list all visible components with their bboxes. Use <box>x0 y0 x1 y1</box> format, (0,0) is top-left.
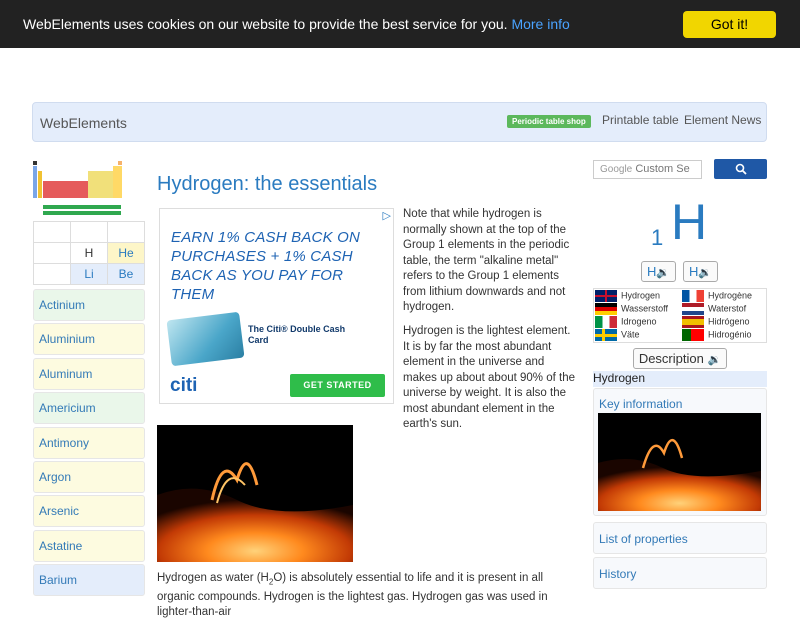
citi-logo-text: citi <box>170 375 198 396</box>
portugal-flag-icon <box>682 329 704 341</box>
lang-name: Hydrogen <box>621 290 661 301</box>
page-title: Hydrogen: the essentials <box>157 173 378 195</box>
translations-box: Hydrogen Hydrogène Wasserstoff Waterstof… <box>593 288 767 343</box>
periodic-table-icon <box>33 161 122 215</box>
shop-badge[interactable]: Periodic table shop <box>507 115 591 128</box>
italy-flag-icon <box>595 316 617 328</box>
history-link[interactable]: History <box>599 567 636 581</box>
search-icon <box>735 163 747 175</box>
search-input[interactable]: Google Custom Se <box>593 160 702 179</box>
element-list-item[interactable]: Antimony <box>33 426 145 459</box>
lang-german[interactable]: Wasserstoff <box>595 303 668 315</box>
mini-periodic-table[interactable] <box>33 161 123 217</box>
element-list-item[interactable]: Americium <box>33 392 145 425</box>
element-list-item[interactable]: Arsenic <box>33 495 145 528</box>
lang-name: Hydrogène <box>708 290 753 301</box>
spain-flag-icon <box>682 316 704 328</box>
site-header: WebElements Periodic table shop Printabl… <box>32 102 767 142</box>
element-list-item[interactable]: Argon <box>33 460 145 493</box>
element-list-item[interactable]: Aluminum <box>33 357 145 390</box>
lang-swedish[interactable]: Väte <box>595 329 640 341</box>
neighbour-grid: H He Li Be <box>33 221 145 285</box>
key-information-link[interactable]: Key information <box>599 397 682 411</box>
solar-flare-thumbnail <box>598 413 761 511</box>
grid-empty <box>107 221 145 243</box>
element-list-item[interactable]: Actinium <box>33 289 145 321</box>
speaker-icon: 🔉 <box>707 354 722 366</box>
element-list-item[interactable]: Astatine <box>33 529 145 562</box>
lang-dutch[interactable]: Waterstof <box>682 303 746 315</box>
citi-logo: citi <box>170 375 197 397</box>
germany-flag-icon <box>595 303 617 315</box>
lang-name: Wasserstoff <box>621 303 669 314</box>
lang-name: Idrogeno <box>621 316 657 327</box>
printable-table-link[interactable]: Printable table <box>602 113 679 127</box>
advertisement[interactable]: ▷ Earn 1% cash back on purchases + 1% ca… <box>159 208 394 404</box>
france-flag-icon <box>682 290 704 302</box>
grid-empty <box>70 221 108 243</box>
grid-cell-li[interactable]: Li <box>70 263 108 285</box>
grid-empty <box>33 221 71 243</box>
solar-flare-image <box>157 425 353 562</box>
water-text-a: Hydrogen as water (H <box>157 572 269 584</box>
ad-card-name: The Citi® Double Cash Card <box>248 324 346 345</box>
list-of-properties-link[interactable]: List of properties <box>599 532 688 546</box>
pron-label: H <box>688 264 699 279</box>
description-button[interactable]: Description 🔉 <box>633 348 727 369</box>
atomic-number: 1 <box>651 225 664 250</box>
element-list: Actinium Aluminium Aluminum Americium An… <box>33 289 145 599</box>
lang-spanish[interactable]: Hidrógeno <box>682 316 750 328</box>
search-button[interactable] <box>714 159 767 179</box>
pronunciation-button-uk[interactable]: H🔉 <box>641 261 676 282</box>
element-name-bar: Hydrogen <box>593 371 767 387</box>
lang-name: Hidrógeno <box>708 316 750 327</box>
list-of-properties-panel[interactable]: List of properties <box>593 522 767 554</box>
abundance-paragraph: Hydrogen is the lightest element. It is … <box>403 325 575 430</box>
sweden-flag-icon <box>595 329 617 341</box>
intro-paragraph: Note that while hydrogen is normally sho… <box>403 208 570 313</box>
lang-french[interactable]: Hydrogène <box>682 290 752 302</box>
ad-headline: Earn 1% cash back on purchases + 1% cash… <box>171 229 361 303</box>
lang-name: Väte <box>621 329 640 340</box>
pron-label: H <box>646 264 657 279</box>
grid-cell-be[interactable]: Be <box>107 263 145 285</box>
adchoices-icon[interactable]: ▷ <box>383 209 391 222</box>
pronunciation-button-us[interactable]: H🔉 <box>683 261 718 282</box>
brand-link[interactable]: WebElements <box>40 115 127 131</box>
uk-flag-icon <box>595 290 617 302</box>
element-list-item[interactable]: Aluminium <box>33 323 145 356</box>
lang-english[interactable]: Hydrogen <box>595 290 660 302</box>
history-panel[interactable]: History <box>593 557 767 589</box>
lang-italian[interactable]: Idrogeno <box>595 316 657 328</box>
grid-cell-h[interactable]: H <box>70 242 108 264</box>
speaker-icon: 🔉 <box>698 267 713 279</box>
description-label: Description <box>638 351 704 366</box>
netherlands-flag-icon <box>682 303 704 315</box>
speaker-icon: 🔉 <box>656 267 671 279</box>
search-brand: Google <box>600 164 633 175</box>
sun-photo <box>157 425 353 562</box>
lang-name: Hidrogénio <box>708 329 752 340</box>
cookie-message-text: WebElements uses cookies on our website … <box>23 16 508 32</box>
lang-name: Waterstof <box>708 303 747 314</box>
cookie-message: WebElements uses cookies on our website … <box>23 16 570 32</box>
search-placeholder: Custom Se <box>635 163 690 175</box>
key-information-image <box>598 413 761 511</box>
credit-card-image <box>166 311 245 367</box>
water-paragraph: Hydrogen as water (H2O) is absolutely es… <box>157 571 577 621</box>
cookie-banner: WebElements uses cookies on our website … <box>0 0 800 48</box>
element-news-link[interactable]: Element News <box>684 113 761 127</box>
grid-empty <box>33 263 71 285</box>
more-info-link[interactable]: More info <box>511 16 569 32</box>
lang-portuguese[interactable]: Hidrogénio <box>682 329 752 341</box>
element-symbol: H <box>671 194 708 250</box>
get-started-button[interactable]: GET STARTED <box>290 374 385 397</box>
got-it-button[interactable]: Got it! <box>683 11 776 38</box>
grid-cell-he[interactable]: He <box>107 242 145 264</box>
grid-empty <box>33 242 71 264</box>
element-list-item[interactable]: Barium <box>33 564 145 597</box>
